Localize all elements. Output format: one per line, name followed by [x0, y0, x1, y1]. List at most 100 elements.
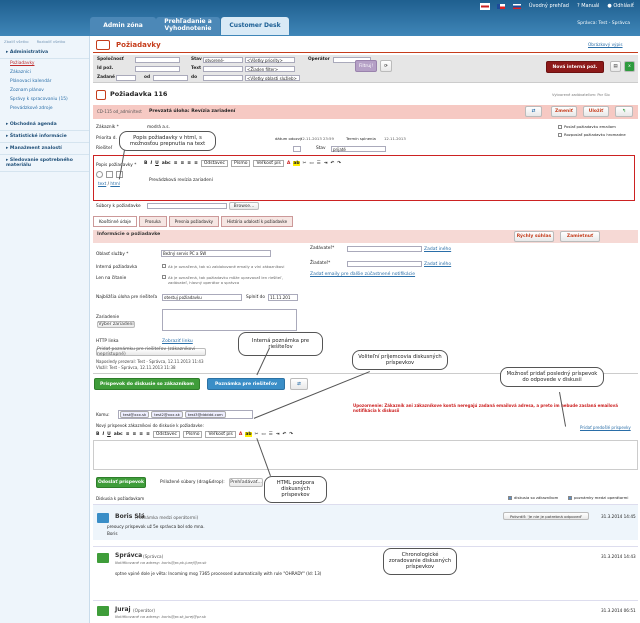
- sidebar-item-plany[interactable]: Zoznam plánov: [0, 86, 89, 95]
- logout-link[interactable]: ● Odhlásiť: [607, 3, 634, 9]
- paste-icon[interactable]: ▭: [309, 161, 313, 166]
- swap-discussion-icon[interactable]: ⇄: [290, 378, 308, 390]
- align-left-icon[interactable]: ≡: [174, 161, 178, 166]
- expand-all-link[interactable]: Rozbaliť všetko: [37, 39, 66, 44]
- redo-icon[interactable]: ↷: [289, 432, 293, 437]
- text-color-icon[interactable]: A: [287, 161, 290, 166]
- confirm-no-reply-button[interactable]: Potvrdiť: 'Je nie je potrebná odpoveď': [503, 512, 589, 520]
- underline-icon[interactable]: U: [155, 161, 159, 166]
- filter-customer-discussion[interactable]: diskusia so zákazníkom: [508, 495, 558, 500]
- overview-link[interactable]: Úvodný prehľad: [529, 3, 569, 9]
- customer-discussion-checkbox[interactable]: [508, 495, 512, 500]
- cut-icon[interactable]: ✂: [255, 432, 259, 437]
- attachments-browse-button[interactable]: Prehľadávať...: [229, 478, 263, 487]
- strike-icon[interactable]: abc: [162, 161, 171, 166]
- highlight-icon[interactable]: ab: [293, 161, 300, 166]
- cut-icon[interactable]: ✂: [303, 161, 307, 166]
- filter-from-input[interactable]: [153, 75, 188, 81]
- solver-select[interactable]: [293, 146, 301, 152]
- device-textarea[interactable]: [162, 309, 297, 331]
- save-button[interactable]: Uložiť: [583, 106, 609, 117]
- filter-created-select[interactable]: [116, 75, 136, 81]
- paragraph-select[interactable]: Odstavec: [152, 431, 181, 438]
- quick-approve-button[interactable]: Rýchly súhlas: [514, 231, 554, 242]
- readonly-checkbox-row[interactable]: Ak je označená, tak požiadavku môže upra…: [162, 275, 302, 285]
- excel-export-icon[interactable]: x: [624, 61, 635, 72]
- browse-button[interactable]: Browse...: [229, 202, 259, 210]
- filter-id-input[interactable]: [135, 66, 180, 72]
- extra-emails-link[interactable]: Zadať emaily pre ďalšie zúčastnené notif…: [310, 272, 415, 277]
- justify-icon[interactable]: ≡: [194, 161, 198, 166]
- print-icon[interactable]: ▤: [610, 61, 621, 72]
- paragraph-select[interactable]: Odstavec: [200, 160, 229, 167]
- back-icon[interactable]: ↰: [615, 106, 633, 117]
- eye-icon[interactable]: [96, 171, 103, 178]
- sidebar-item-kalendar[interactable]: Plánovací kalendár: [0, 77, 89, 86]
- reject-button[interactable]: Zamietnuť: [560, 231, 600, 242]
- filter-priority-select[interactable]: <Všetky priority>: [245, 57, 295, 63]
- recipients-input[interactable]: test@xxx.sk test2@xxx.sk test3@ddddd.com: [118, 410, 253, 419]
- align-left-icon[interactable]: ≡: [126, 432, 130, 437]
- text-mode-link[interactable]: text: [98, 181, 106, 186]
- list-icon[interactable]: ☰: [269, 432, 273, 437]
- due-input[interactable]: 11.11.201: [268, 294, 298, 301]
- filter-operator-notes[interactable]: poznámky medzi operátormi: [568, 495, 628, 500]
- recipient-chip[interactable]: test2@xxx.sk: [151, 411, 183, 418]
- italic-icon[interactable]: I: [150, 161, 152, 166]
- readonly-checkbox[interactable]: [162, 275, 166, 279]
- filter-text-input[interactable]: [203, 66, 243, 72]
- tab-customer-desk[interactable]: Customer Desk: [221, 17, 289, 35]
- html-mode-link[interactable]: html: [110, 181, 120, 186]
- filter-to-input[interactable]: [203, 75, 243, 81]
- align-right-icon[interactable]: ≡: [187, 161, 191, 166]
- requester-select[interactable]: [347, 261, 422, 267]
- status-select[interactable]: prijaté: [331, 146, 386, 152]
- change-button[interactable]: Zmeniť: [551, 106, 577, 117]
- align-center-icon[interactable]: ≡: [133, 432, 137, 437]
- tab-admin-zona[interactable]: Admin zóna: [90, 17, 156, 35]
- undo-icon[interactable]: ↶: [282, 432, 286, 437]
- strike-icon[interactable]: abc: [114, 432, 123, 437]
- font-size-select[interactable]: Veľkosť pís: [253, 160, 284, 167]
- font-size-select[interactable]: Veľkosť pís: [205, 431, 236, 438]
- bold-icon[interactable]: B: [96, 432, 99, 437]
- tab-history[interactable]: História udalostí k požiadavke: [221, 216, 294, 227]
- align-center-icon[interactable]: ≡: [181, 161, 185, 166]
- sidebar-section-administrativa[interactable]: ▸ Administratíva: [0, 47, 89, 59]
- show-link[interactable]: Zobraziť linku: [162, 339, 193, 344]
- new-internal-request-button[interactable]: Nová interná pož.: [546, 61, 604, 73]
- submitter-other-link[interactable]: Zadať iného: [424, 247, 451, 252]
- bulk-send-checkbox[interactable]: [558, 132, 562, 137]
- send-post-button[interactable]: Odoslať príspevok: [96, 477, 146, 488]
- justify-icon[interactable]: ≡: [146, 432, 150, 437]
- filter-status-select[interactable]: otvorené-: [203, 57, 243, 63]
- filter-solver-select[interactable]: <Žiaden filter>: [245, 66, 295, 72]
- recipient-chip[interactable]: test3@ddddd.com: [184, 411, 226, 418]
- highlight-icon[interactable]: ab: [245, 432, 252, 437]
- next-task-input[interactable]: otestuj požiadavku: [162, 294, 242, 301]
- text-color-icon[interactable]: A: [239, 432, 242, 437]
- sidebar-section-statistiky[interactable]: ▸ Štatistické informácie: [0, 131, 89, 143]
- add-note-button[interactable]: Pridať poznámku pre riešiteľov (zákazník…: [96, 347, 206, 357]
- paste-icon[interactable]: ▭: [261, 432, 265, 437]
- sidebar-item-spravy[interactable]: Správy k spracovaniu (15): [0, 95, 89, 104]
- internal-checkbox[interactable]: [162, 264, 166, 268]
- filter-services-select[interactable]: <Všetky oblasti služieb>: [245, 75, 300, 81]
- filter-company-input[interactable]: [135, 57, 180, 63]
- send-email-checkbox-row[interactable]: Poslať požiadavku emailom: [558, 124, 616, 129]
- files-input[interactable]: [147, 203, 227, 209]
- indent-icon[interactable]: ⇥: [276, 432, 280, 437]
- add-previous-posts-link[interactable]: Pridať predošlé príspevky: [580, 425, 631, 430]
- tab-transfers[interactable]: Presnia požiadavky: [168, 216, 220, 227]
- customer-discussion-button[interactable]: Príspevok do diskusie so zákazníkom: [94, 378, 200, 390]
- send-email-checkbox[interactable]: [558, 124, 562, 129]
- tab-prehladanie[interactable]: Prehľadanie a Vyhodnotenie: [156, 17, 220, 35]
- sidebar-section-obchodna[interactable]: ▸ Obchodná agenda: [0, 119, 89, 131]
- filter-button[interactable]: Filtruj!: [355, 60, 377, 72]
- align-right-icon[interactable]: ≡: [139, 432, 143, 437]
- bold-icon[interactable]: B: [144, 161, 147, 166]
- manual-link[interactable]: ? Manuál: [577, 3, 599, 9]
- solver-note-button[interactable]: Poznámka pre riešiteľov: [207, 378, 285, 390]
- undo-icon[interactable]: ↶: [330, 161, 334, 166]
- flag-sk-icon[interactable]: [512, 3, 521, 9]
